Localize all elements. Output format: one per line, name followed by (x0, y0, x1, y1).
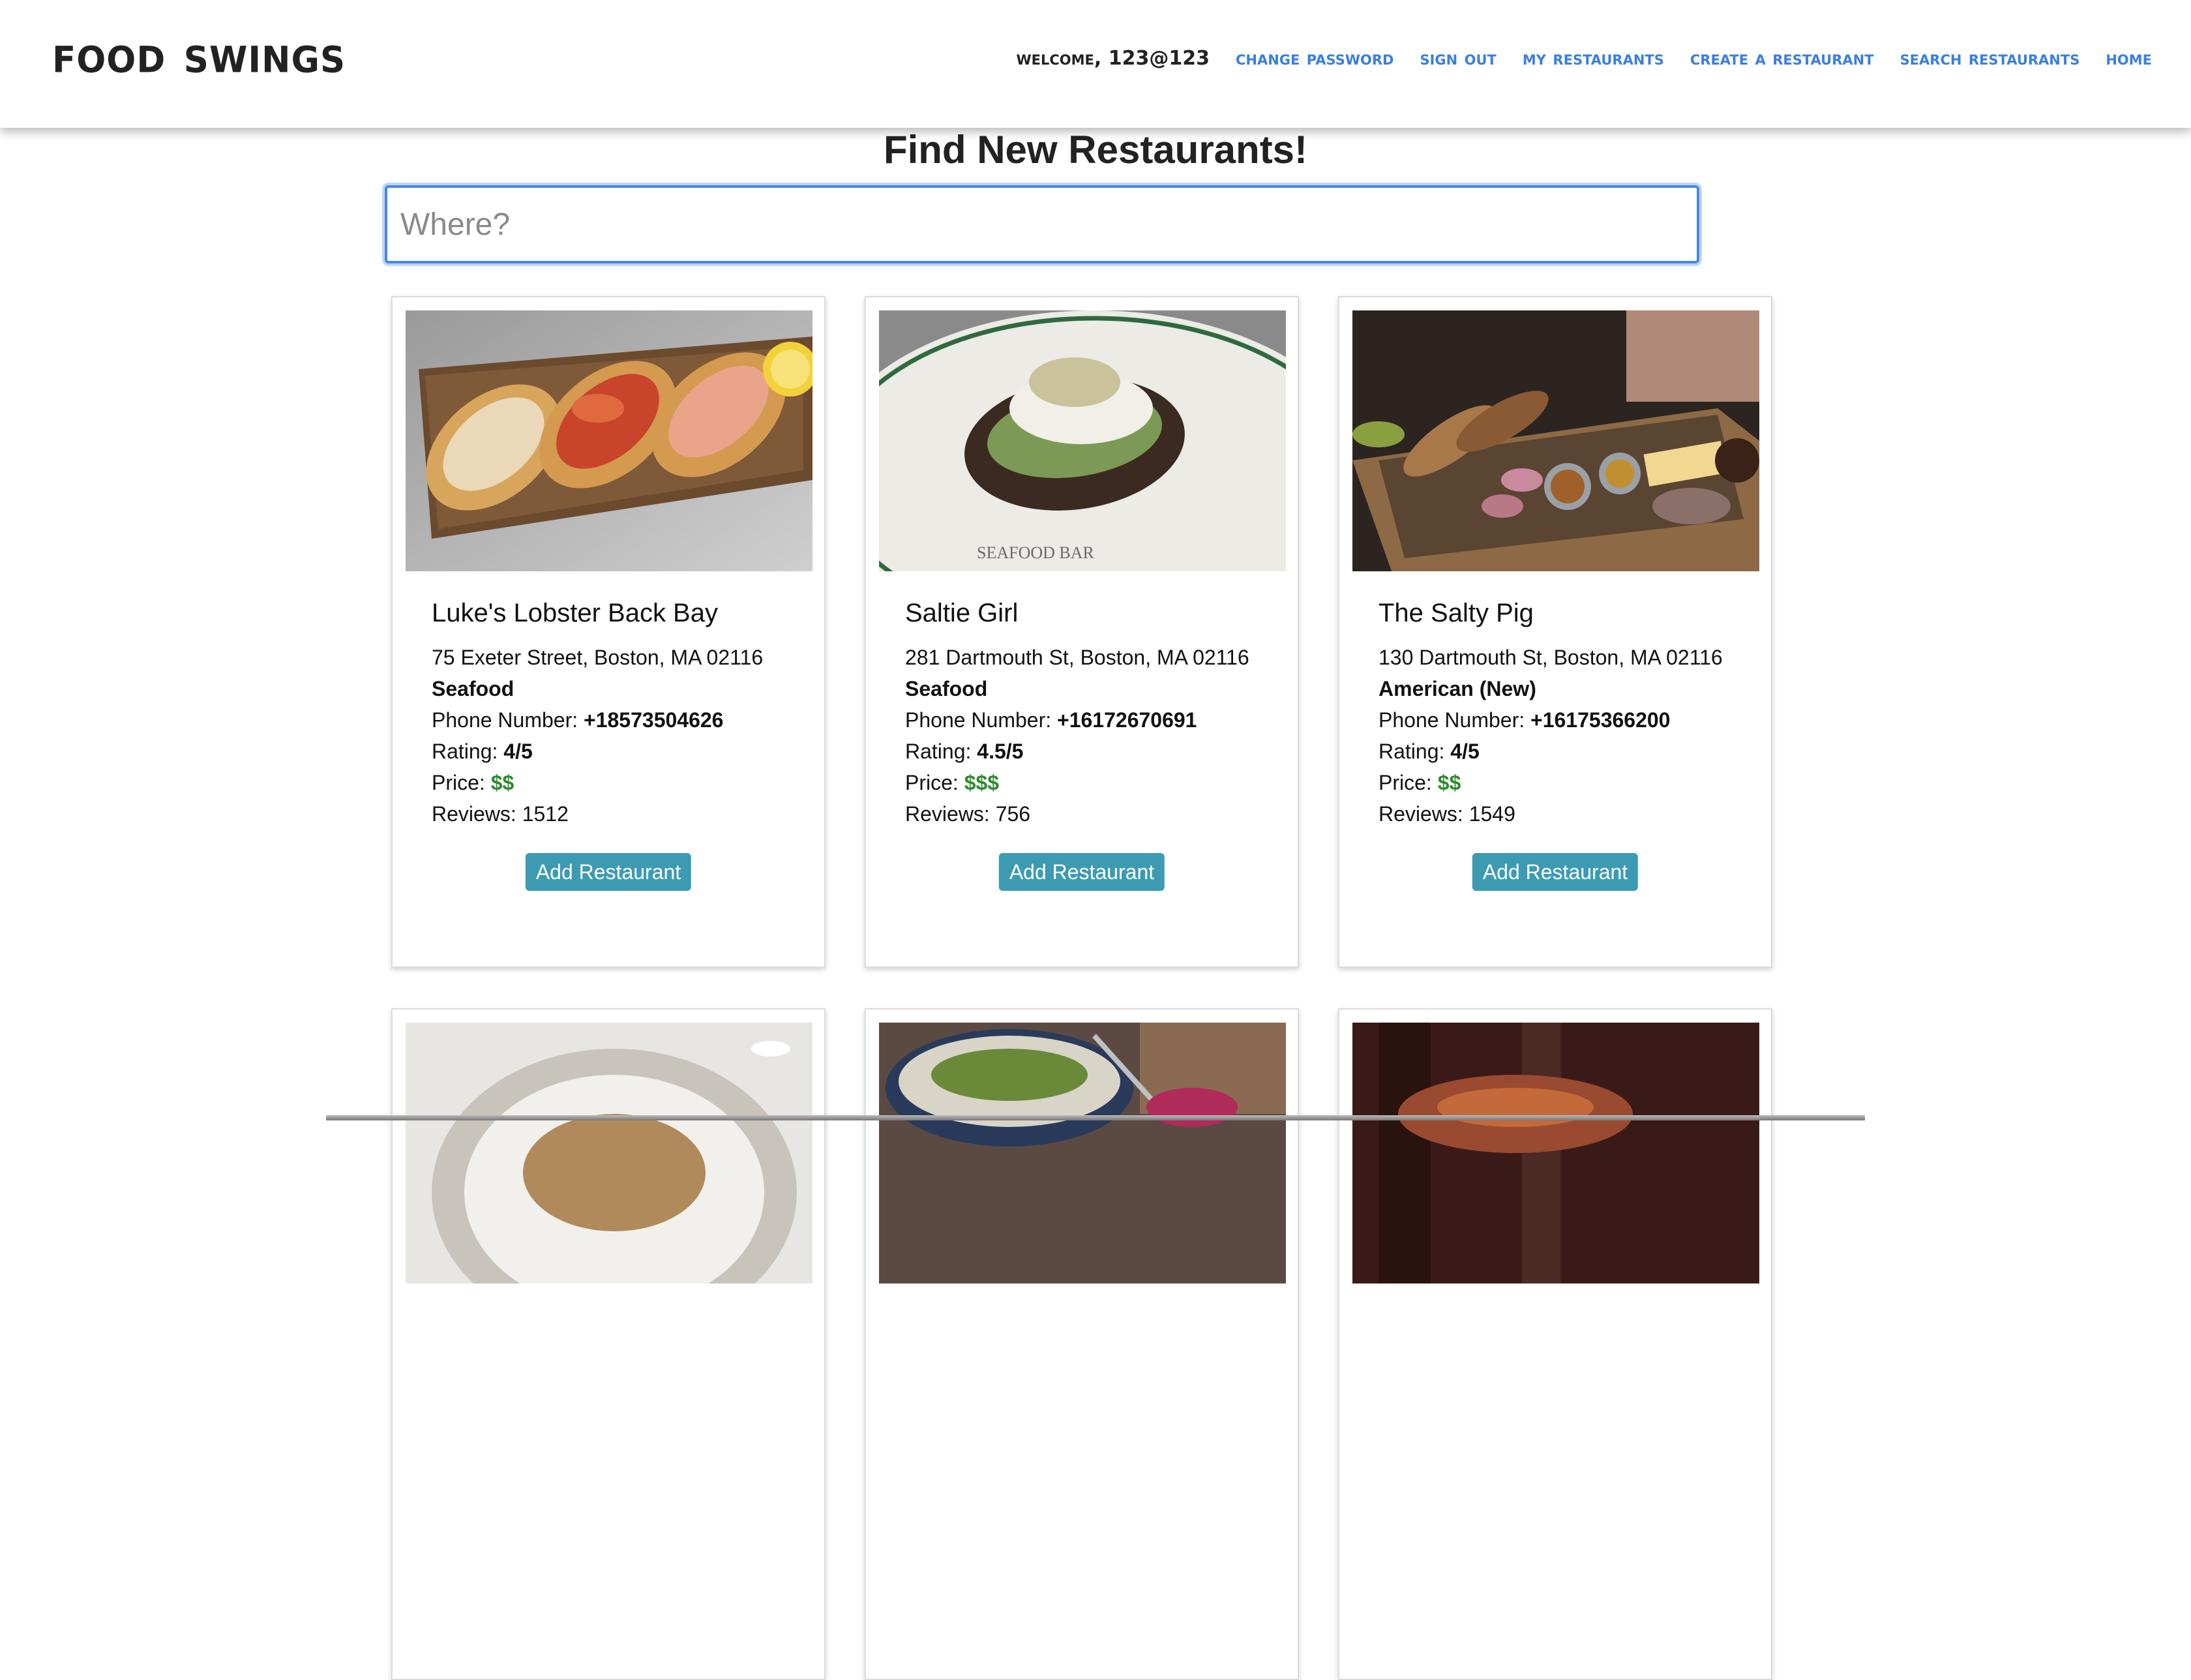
restaurant-dish-photo (1352, 1023, 1759, 1283)
rating-label: Rating: (432, 740, 504, 763)
salad-bowl-photo (879, 1023, 1286, 1283)
restaurant-details: Luke's Lobster Back Bay 75 Exeter Street… (432, 595, 810, 830)
restaurant-name: Luke's Lobster Back Bay (432, 599, 718, 627)
nav-sign-out[interactable]: Sign Out (1420, 47, 1496, 70)
nav-my-restaurants[interactable]: My Restaurants (1523, 47, 1664, 70)
restaurant-card (391, 1008, 826, 1680)
brand-logo[interactable]: Food Swings (52, 23, 346, 84)
restaurant-phone: +18573504626 (584, 708, 724, 732)
restaurant-card: Luke's Lobster Back Bay 75 Exeter Street… (391, 296, 826, 968)
phone-label: Phone Number: (432, 708, 584, 732)
reviews-label: Reviews: (905, 802, 996, 826)
restaurant-card: The Salty Pig 130 Dartmouth St, Boston, … (1338, 296, 1772, 968)
restaurant-reviews: 756 (995, 802, 1031, 826)
location-search-input[interactable] (385, 185, 1699, 263)
pasta-bowl-photo (406, 1023, 812, 1283)
nav-home[interactable]: Home (2106, 47, 2152, 70)
seafood-toast-photo: SEAFOOD BAR (879, 310, 1286, 571)
nav-search-restaurants[interactable]: Search Restaurants (1900, 47, 2080, 70)
restaurant-rating: 4/5 (503, 740, 533, 763)
page-title: Find New Restaurants! (883, 128, 1308, 172)
restaurant-phone: +16172670691 (1057, 708, 1197, 732)
nav-create-restaurant[interactable]: Create a Restaurant (1690, 47, 1874, 70)
restaurant-photo (879, 1023, 1286, 1283)
price-label: Price: (432, 771, 491, 794)
price-label: Price: (1379, 771, 1438, 794)
restaurant-category: Seafood (432, 677, 514, 700)
restaurant-name: Saltie Girl (905, 599, 1019, 627)
add-restaurant-button[interactable]: Add Restaurant (998, 853, 1165, 891)
restaurant-photo (406, 310, 812, 571)
restaurant-rating: 4.5/5 (977, 740, 1024, 763)
restaurant-card (1338, 1008, 1772, 1680)
top-navbar: Food Swings Welcome, 123@123 Change Pass… (0, 0, 2191, 128)
price-label: Price: (905, 771, 964, 794)
restaurant-photo (1352, 310, 1759, 571)
restaurant-card (865, 1008, 1299, 1680)
reviews-label: Reviews: (1379, 802, 1469, 826)
restaurant-category: American (New) (1379, 677, 1536, 700)
plate-lettering: SEAFOOD BAR (977, 543, 1095, 562)
rating-label: Rating: (1379, 740, 1451, 763)
add-restaurant-button[interactable]: Add Restaurant (525, 853, 692, 891)
restaurant-price: $$$ (964, 771, 1000, 794)
rating-label: Rating: (905, 740, 977, 763)
restaurant-card: SEAFOOD BAR Saltie Girl 281 Dartmouth St… (865, 296, 1299, 968)
phone-label: Phone Number: (1379, 708, 1531, 732)
welcome-text: Welcome, 123@123 (1016, 47, 1210, 70)
reviews-label: Reviews: (432, 802, 522, 826)
restaurant-photo (406, 1023, 812, 1283)
restaurant-category: Seafood (905, 677, 988, 700)
restaurant-reviews: 1549 (1468, 802, 1515, 826)
restaurant-name: The Salty Pig (1379, 599, 1534, 627)
restaurant-rating: 4/5 (1450, 740, 1480, 763)
nav-menu: Welcome, 123@123 Change Password Sign Ou… (1016, 47, 2152, 70)
page-bottom-shadow (326, 1115, 1865, 1120)
phone-label: Phone Number: (905, 708, 1058, 732)
restaurant-photo: SEAFOOD BAR (879, 310, 1286, 571)
add-restaurant-button[interactable]: Add Restaurant (1472, 853, 1639, 891)
nav-change-password[interactable]: Change Password (1236, 47, 1394, 70)
restaurant-address: 130 Dartmouth St, Boston, MA 02116 (1379, 646, 1723, 669)
lobster-rolls-photo (406, 310, 812, 571)
charcuterie-board-photo (1352, 310, 1759, 571)
restaurant-address: 281 Dartmouth St, Boston, MA 02116 (905, 646, 1249, 669)
restaurant-phone: +16175366200 (1530, 708, 1671, 732)
restaurant-details: The Salty Pig 130 Dartmouth St, Boston, … (1379, 595, 1757, 830)
restaurant-details: Saltie Girl 281 Dartmouth St, Boston, MA… (905, 595, 1283, 830)
restaurant-price: $$ (1437, 771, 1461, 794)
restaurant-photo (1352, 1023, 1759, 1283)
restaurant-reviews: 1512 (522, 802, 569, 826)
restaurant-price: $$ (490, 771, 514, 794)
restaurant-address: 75 Exeter Street, Boston, MA 02116 (432, 646, 764, 669)
